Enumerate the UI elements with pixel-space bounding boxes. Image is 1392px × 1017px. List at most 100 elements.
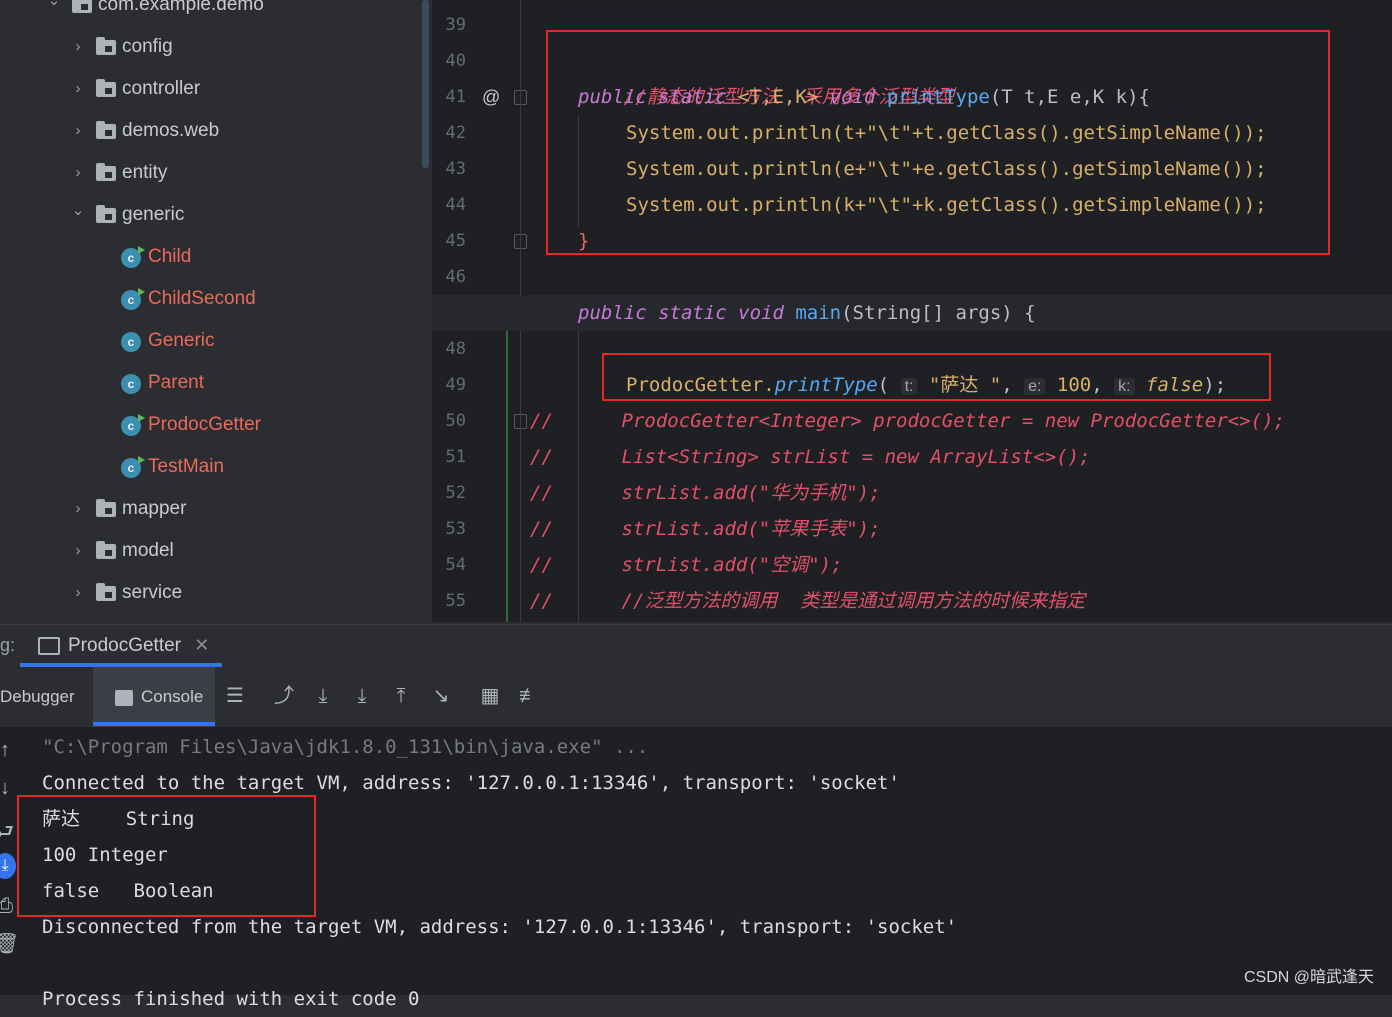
tree-item-label: Generic: [148, 330, 215, 351]
chevron-right-icon[interactable]: ›: [70, 32, 86, 62]
java-class-icon: c: [121, 288, 145, 310]
tree-item-label: TestMain: [148, 456, 225, 477]
run-tool-window-header: g: ProdocGetter ✕: [0, 624, 1392, 667]
line-number: 53: [445, 519, 466, 539]
override-marker-icon[interactable]: @: [482, 84, 500, 110]
highlight-box-call: [602, 353, 1271, 401]
java-class-icon: c: [121, 374, 141, 394]
folder-icon: [96, 541, 116, 559]
line-number: 40: [445, 51, 466, 71]
close-icon[interactable]: ✕: [194, 635, 209, 655]
tree-item-label: Parent: [148, 372, 204, 393]
step-out-icon[interactable]: ⤒: [388, 683, 414, 709]
java-class-icon: c: [121, 332, 141, 352]
tree-item-label: generic: [122, 204, 185, 225]
java-class-icon: c: [121, 246, 145, 268]
line-number: 50: [445, 411, 466, 431]
line-number: 45: [445, 231, 466, 251]
run-tab-label: ProdocGetter: [68, 635, 181, 656]
tab-console[interactable]: Console: [93, 667, 215, 727]
code-line-53: // strList.add("苹果手表");: [530, 518, 881, 540]
code-line-47: public static void main(String[] args) {: [578, 302, 1036, 324]
print-icon[interactable]: ⎙: [0, 895, 16, 921]
run-to-cursor-icon[interactable]: ↘: [428, 683, 454, 709]
runnable-badge-icon: [138, 288, 145, 296]
highlight-box-method: [546, 30, 1330, 255]
code-editor[interactable]: 3940414243444546474849505152535455 @ //静…: [432, 0, 1392, 622]
step-into-icon[interactable]: ⤓: [349, 683, 375, 709]
down-arrow-icon[interactable]: ↓: [0, 777, 16, 803]
code-line-55: // //泛型方法的调用 类型是通过调用方法的时候来指定: [530, 590, 1086, 612]
settings-icon[interactable]: ≢: [516, 683, 542, 709]
line-number: 44: [445, 195, 466, 215]
folder-icon: [72, 0, 92, 13]
chevron-right-icon[interactable]: ›: [70, 536, 86, 566]
line-number: 48: [445, 339, 466, 359]
line-number: 51: [445, 447, 466, 467]
chevron-down-icon[interactable]: ⌄: [46, 0, 62, 20]
chevron-right-icon[interactable]: ›: [70, 116, 86, 146]
folder-icon: [96, 499, 116, 517]
java-class-icon: c: [121, 414, 145, 436]
chevron-right-icon[interactable]: ›: [70, 494, 86, 524]
line-number: 54: [445, 555, 466, 575]
tree-scrollbar[interactable]: [422, 0, 429, 168]
folder-icon: [96, 37, 116, 55]
chevron-right-icon[interactable]: ›: [70, 578, 86, 608]
console-tab-label: Console: [141, 687, 204, 706]
console-window-icon: [38, 636, 60, 655]
folder-icon: [96, 163, 116, 181]
evaluate-expression-icon[interactable]: ▦: [477, 683, 503, 709]
runnable-badge-icon: [138, 456, 145, 464]
line-number: 39: [445, 15, 466, 35]
soft-wrap-icon[interactable]: ⮐: [0, 817, 16, 843]
code-line-50: // ProdocGetter<Integer> prodocGetter = …: [530, 410, 1285, 432]
folder-icon: [96, 121, 116, 139]
scroll-to-end-icon[interactable]: ⤓: [0, 853, 16, 879]
tab-debugger[interactable]: Debugger: [0, 667, 75, 727]
code-line-51: // List<String> strList = new ArrayList<…: [530, 446, 1091, 468]
tree-item-label: entity: [122, 162, 168, 183]
tree-item-label: controller: [122, 78, 201, 99]
chevron-down-icon[interactable]: ⌄: [70, 200, 86, 230]
line-number: 46: [445, 267, 466, 287]
tree-item-label: config: [122, 36, 173, 57]
show-execution-point-icon[interactable]: ⤴: [271, 683, 297, 709]
code-line-54: // strList.add("空调");: [530, 554, 843, 576]
step-over-icon[interactable]: ⤓: [310, 683, 336, 709]
tree-item-label: mapper: [122, 498, 187, 519]
line-number: 52: [445, 483, 466, 503]
line-number: 55: [445, 591, 466, 611]
tree-item-label: demos.web: [122, 120, 220, 141]
chevron-right-icon[interactable]: ›: [70, 158, 86, 188]
java-class-icon: c: [121, 456, 145, 478]
run-window-prefix: g:: [0, 635, 16, 655]
runnable-badge-icon: [138, 414, 145, 422]
line-number: 49: [445, 375, 466, 395]
console-output[interactable]: ↑ ↓ ⮐ ⤓ ⎙ 🗑 "C:\Program Files\Java\jdk1.…: [0, 727, 1392, 1010]
line-number: 41: [445, 87, 466, 107]
watermark: CSDN @暗武逢天: [1243, 969, 1374, 986]
folder-icon: [96, 205, 116, 223]
line-number: 42: [445, 123, 466, 143]
runnable-badge-icon: [138, 246, 145, 254]
code-line-52: // strList.add("华为手机");: [530, 482, 881, 504]
trash-icon[interactable]: 🗑: [0, 931, 19, 957]
tree-item-label: service: [122, 582, 183, 603]
tree-item-label: model: [122, 540, 174, 561]
folder-icon: [96, 583, 116, 601]
console-line: "C:\Program Files\Java\jdk1.8.0_131\bin\…: [42, 736, 649, 758]
chevron-right-icon[interactable]: ›: [70, 74, 86, 104]
menu-icon[interactable]: ☰: [222, 683, 248, 709]
tab-prodocgetter[interactable]: ProdocGetter ✕: [20, 625, 209, 665]
up-arrow-icon[interactable]: ↑: [0, 739, 16, 765]
tree-item-label: Child: [148, 246, 192, 267]
line-number: 43: [445, 159, 466, 179]
debug-toolbar: Debugger Console ☰ ⤴ ⤓ ⤓ ⤒ ↘ ▦ ≢: [0, 667, 1392, 727]
folder-icon: [96, 79, 116, 97]
tree-item-label: ChildSecond: [148, 288, 256, 309]
console-line: Process finished with exit code 0: [42, 988, 420, 1010]
console-icon: [115, 689, 133, 706]
project-tree-panel: ⌄ com.example.demo › config › controller › demo…: [0, 0, 430, 622]
highlight-box-output: [17, 795, 316, 917]
